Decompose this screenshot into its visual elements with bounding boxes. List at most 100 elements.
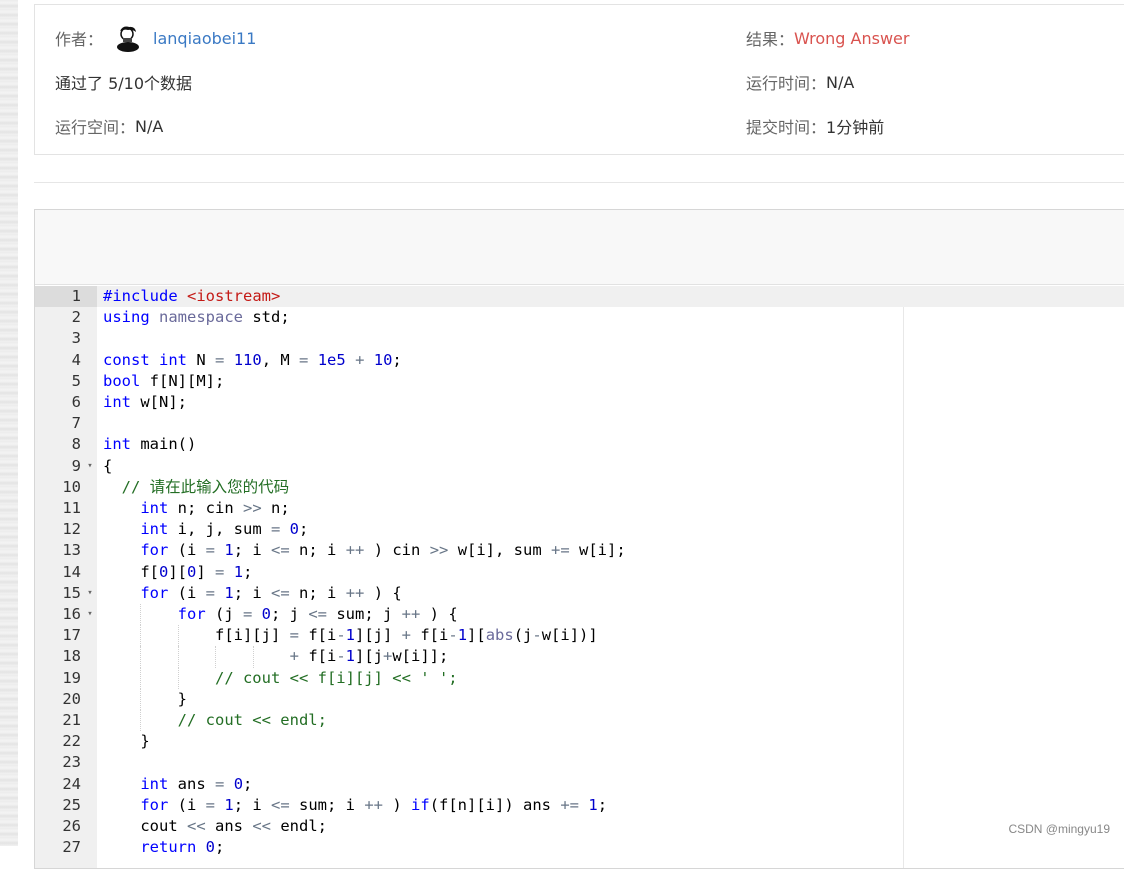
result-row: 结果： Wrong Answer [746,26,909,50]
avatar[interactable] [115,24,141,52]
code-text: int ans = 0; [140,774,253,793]
author-label: 作者： [55,30,104,49]
code-text: for (i = 1; i <= n; i ++ ) { [140,583,402,602]
submit-time-row: 提交时间： 1分钟前 [746,114,884,138]
line-number: 17 [62,626,81,645]
line-number: 11 [62,499,81,517]
code-line[interactable]: 23 [35,752,1124,773]
code-text: using namespace std; [103,308,290,327]
code-line[interactable]: 8 int main() [35,434,1124,455]
code-line[interactable]: 2 using namespace std; [35,307,1124,328]
code-line[interactable]: 12 int i, j, sum = 0; [35,519,1124,540]
code-line[interactable]: 17 f[i][j] = f[i-1][j] + f[i-1][abs(j-w[… [35,625,1124,647]
line-number: 18 [62,647,81,666]
author-name-link[interactable]: lanqiaobei11 [153,29,256,48]
submit-time-label: 提交时间： [746,118,827,137]
code-line[interactable]: 26 cout << ans << endl; [35,816,1124,837]
code-text: { [103,456,113,475]
line-number: 16 [62,605,81,623]
code-text: f[i][j] = f[i-1][j] + f[i-1][abs(j-w[i])… [103,626,598,645]
line-number: 25 [62,795,81,814]
line-number: 10 [62,477,81,496]
code-text: int n; cin >> n; [140,499,290,517]
code-area[interactable]: 1 #include <iostream> 2 using namespace std… [35,286,1124,868]
line-number: 24 [62,774,81,793]
code-text: // 请在此输入您的代码 [121,477,290,496]
line-number: 6 [71,393,81,411]
code-text: cout << ans << endl; [103,817,328,835]
fold-toggle-icon[interactable]: ▾ [85,583,95,604]
line-number: 21 [62,711,81,729]
memory-label: 运行空间： [55,118,136,137]
code-line[interactable]: 7 [35,413,1124,434]
line-number: 20 [62,689,81,708]
code-line[interactable]: 5 bool f[N][M]; [35,371,1124,392]
line-number: 2 [71,308,81,327]
code-line[interactable]: 25 for (i = 1; i <= sum; i ++ ) if(f[n][… [35,795,1124,816]
code-text: } [103,689,187,708]
code-text: int i, j, sum = 0; [140,520,309,539]
code-line[interactable]: 22 } [35,731,1124,752]
line-number: 4 [71,350,81,369]
code-line[interactable]: 6 int w[N]; [35,392,1124,413]
code-text: + f[i-1][j+w[i]]; [289,647,449,666]
runtime-row: 运行时间： N/A [746,70,854,94]
code-text: bool f[N][M]; [103,371,225,390]
memory-row: 运行空间： N/A [55,114,163,138]
code-text: return 0; [140,838,225,857]
code-line[interactable]: 11 int n; cin >> n; [35,498,1124,519]
code-line[interactable]: 1 #include <iostream> [35,286,1124,307]
runtime-label: 运行时间： [746,74,827,93]
code-line[interactable]: 27 return 0; [35,837,1124,858]
fold-toggle-icon[interactable]: ▾ [85,604,95,625]
code-text: // cout << endl; [177,711,327,729]
code-line[interactable]: 18 + f[i-1][j+w[i]]; [35,646,1124,668]
code-line[interactable]: 4 const int N = 110, M = 1e5 + 10; [35,350,1124,371]
code-text: // cout << f[i][j] << ' '; [214,668,458,687]
code-line[interactable]: 10 // 请在此输入您的代码 [35,477,1124,498]
submit-time-value: 1分钟前 [826,118,885,137]
code-line[interactable]: 21 // cout << endl; [35,710,1124,732]
code-line[interactable]: 9 ▾ { [35,456,1124,477]
code-line[interactable]: 15 ▾ for (i = 1; i <= n; i ++ ) { [35,583,1124,604]
line-number: 5 [71,371,81,390]
code-line[interactable]: 16 ▾ for (j = 0; j <= sum; j ++ ) { [35,604,1124,626]
code-text: for (i = 1; i <= n; i ++ ) cin >> w[i], … [140,541,626,560]
line-number: 26 [62,817,81,835]
left-background-strip [0,0,18,846]
code-editor[interactable]: 1 #include <iostream> 2 using namespace std… [34,209,1124,869]
line-number: 13 [62,541,81,560]
code-line[interactable]: 13 for (i = 1; i <= n; i ++ ) cin >> w[i… [35,540,1124,561]
code-line[interactable]: 20 } [35,688,1124,710]
code-text: #include <iostream> [103,287,281,305]
code-text: for (j = 0; j <= sum; j ++ ) { [177,605,458,623]
line-number: 8 [71,435,81,454]
code-line[interactable]: 19 // cout << f[i][j] << ' '; [35,667,1124,689]
editor-toolbar [35,210,1124,285]
passed-row: 通过了 5/10个数据 [55,70,192,94]
code-text: f[0][0] = 1; [103,562,253,581]
line-number: 15 [62,583,81,602]
line-number: 12 [62,520,81,539]
code-text: int main() [103,435,197,454]
code-text: const int N = 110, M = 1e5 + 10; [103,350,402,369]
section-divider [34,182,1124,183]
fold-toggle-icon[interactable]: ▾ [85,456,95,477]
line-number: 3 [71,329,81,348]
runtime-value: N/A [826,72,855,92]
watermark: CSDN @mingyu19 [1008,822,1110,836]
line-number: 1 [71,287,81,305]
memory-value: N/A [135,116,164,136]
line-number: 7 [71,414,81,433]
code-text: for (i = 1; i <= sum; i ++ ) if(f[n][i])… [140,795,608,814]
passed-text: 通过了 5/10个数据 [55,74,193,93]
code-line[interactable]: 3 [35,328,1124,349]
author-row: 作者： lanqiaobei11 [55,24,256,52]
line-number: 19 [62,668,81,687]
code-text: } [103,732,150,751]
code-line[interactable]: 24 int ans = 0; [35,774,1124,795]
line-number: 22 [62,732,81,751]
submission-info-card: 作者： lanqiaobei11 通过了 5/10个数据 运行空间： N/A 结… [34,4,1124,155]
code-line[interactable]: 14 f[0][0] = 1; [35,562,1124,583]
result-status: Wrong Answer [794,28,910,48]
